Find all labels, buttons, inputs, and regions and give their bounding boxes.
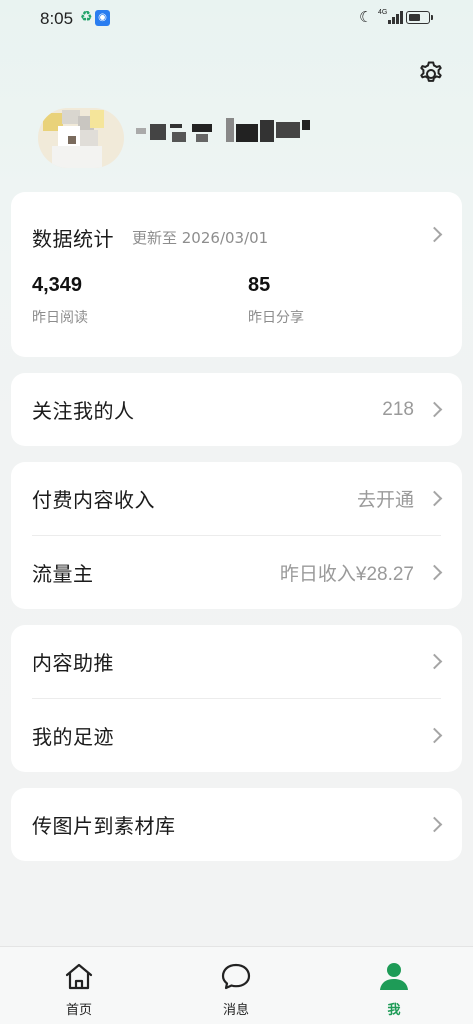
tab-me-label: 我 [387,1003,401,1018]
upload-to-library-row[interactable]: 传图片到素材库 [11,788,462,861]
chevron-right-icon [426,816,443,833]
signal-icon [388,10,404,24]
traffic-owner-row[interactable]: 流量主 昨日收入¥28.27 [11,536,462,609]
content-boost-label: 内容助推 [32,651,114,675]
person-icon [380,963,408,990]
lightbulb-icon: ◉ [95,10,110,26]
recycle-icon: ♻ [80,9,93,25]
stat-reads-label: 昨日阅读 [32,310,88,326]
tools-card: 内容助推 我的足迹 [11,625,462,772]
chevron-right-icon [426,727,443,744]
my-footprints-row[interactable]: 我的足迹 [11,699,462,772]
moon-icon: ☾ [359,8,373,26]
tab-home[interactable]: 首页 [19,947,139,1024]
tab-me[interactable]: 我 [334,947,454,1024]
chevron-right-icon [426,490,443,507]
gear-icon[interactable] [416,59,446,89]
upload-card[interactable]: 传图片到素材库 [11,788,462,861]
username-obscured [136,116,312,150]
chevron-right-icon [426,226,443,243]
bottom-tab-bar: 首页 消息 我 [0,946,473,1024]
traffic-owner-income: 昨日收入¥28.27 [279,564,414,585]
content-boost-row[interactable]: 内容助推 [11,625,462,698]
stat-reads-value: 4,349 [32,274,83,296]
home-icon [65,963,93,990]
followers-count: 218 [382,398,414,420]
followers-card[interactable]: 关注我的人 218 [11,373,462,446]
followers-label: 关注我的人 [32,399,135,423]
paid-content-income-label: 付费内容收入 [32,488,155,512]
avatar[interactable] [38,108,124,168]
stats-title: 数据统计 [32,227,114,251]
tab-messages-label: 消息 [222,1003,249,1018]
chevron-right-icon [426,653,443,670]
tab-home-label: 首页 [65,1003,92,1018]
stat-shares-label: 昨日分享 [248,310,304,326]
paid-content-income-value: 去开通 [356,490,414,511]
status-bar: 8:05 ♻ ◉ ☾ 4G [0,0,473,38]
my-footprints-label: 我的足迹 [32,725,114,749]
chevron-right-icon [426,564,443,581]
network-label: 4G [378,9,388,16]
paid-content-income-row[interactable]: 付费内容收入 去开通 [11,462,462,535]
upload-to-library-label: 传图片到素材库 [32,814,176,838]
tab-messages[interactable]: 消息 [176,947,296,1024]
followers-row[interactable]: 关注我的人 218 [11,373,462,446]
chat-bubble-icon [221,963,251,990]
traffic-owner-label: 流量主 [32,562,94,586]
stats-card[interactable]: 数据统计 更新至 2026/03/01 4,349 昨日阅读 85 昨日分享 [11,192,462,357]
income-card: 付费内容收入 去开通 流量主 昨日收入¥28.27 [11,462,462,609]
stats-updated-date: 更新至 2026/03/01 [132,229,269,247]
battery-icon [406,11,433,24]
stat-shares-value: 85 [248,274,271,296]
status-time: 8:05 [40,9,74,28]
chevron-right-icon [426,401,443,418]
